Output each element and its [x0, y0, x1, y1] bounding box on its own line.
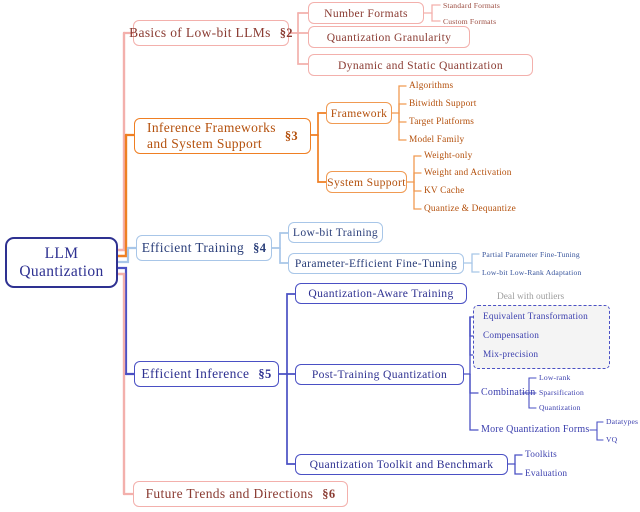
node-dynamic-static-quantization[interactable]: Dynamic and Static Quantization: [308, 54, 533, 76]
branch-efficient-training-section: §4: [253, 240, 267, 255]
branch-basics-section: §2: [279, 25, 293, 40]
node-number-formats[interactable]: Number Formats: [308, 2, 424, 24]
node-quantization-toolkit-and-benchmark-label: Quantization Toolkit and Benchmark: [309, 458, 494, 471]
mindmap-canvas: LLM Quantization Basics of Low-bit LLMs …: [0, 0, 640, 512]
leaf-evaluation[interactable]: Evaluation: [525, 469, 567, 479]
node-framework[interactable]: Framework: [326, 102, 392, 124]
leaf-weight-only[interactable]: Weight-only: [424, 151, 472, 161]
node-parameter-efficient-fine-tuning-label: Parameter-Efficient Fine-Tuning: [294, 257, 458, 270]
root-title-line1: LLM: [44, 244, 79, 262]
leaf-model-family[interactable]: Model Family: [409, 135, 464, 145]
node-dynamic-static-quantization-label: Dynamic and Static Quantization: [337, 58, 504, 72]
node-low-bit-training[interactable]: Low-bit Training: [288, 222, 383, 243]
branch-efficient-training[interactable]: Efficient Training §4: [136, 235, 272, 261]
leaf-custom-formats[interactable]: Custom Formats: [443, 17, 496, 26]
node-quantization-granularity-label: Quantization Granularity: [326, 30, 452, 44]
node-post-training-quantization[interactable]: Post-Training Quantization: [295, 364, 464, 385]
leaf-mix-precision[interactable]: Mix-precision: [483, 350, 538, 360]
leaf-compensation[interactable]: Compensation: [483, 331, 539, 341]
node-quantization-aware-training-label: Quantization-Aware Training: [308, 287, 454, 300]
node-quantization-aware-training[interactable]: Quantization-Aware Training: [295, 283, 467, 304]
leaf-sparsification[interactable]: Sparsification: [539, 388, 584, 397]
branch-efficient-inference-label: Efficient Inference: [141, 366, 250, 381]
node-number-formats-label: Number Formats: [324, 6, 408, 20]
node-post-training-quantization-label: Post-Training Quantization: [311, 368, 448, 381]
leaf-datatypes[interactable]: Datatypes: [606, 417, 638, 426]
leaf-vq[interactable]: VQ: [606, 435, 617, 444]
root-node[interactable]: LLM Quantization: [5, 237, 118, 288]
node-parameter-efficient-fine-tuning[interactable]: Parameter-Efficient Fine-Tuning: [288, 253, 464, 274]
branch-basics[interactable]: Basics of Low-bit LLMs §2: [129, 20, 293, 46]
leaf-bitwidth-support[interactable]: Bitwidth Support: [409, 99, 477, 109]
leaf-quantize-dequantize[interactable]: Quantize & Dequantize: [424, 204, 516, 214]
leaf-low-bit-low-rank-adaptation[interactable]: Low-bit Low-Rank Adaptation: [482, 268, 581, 277]
node-low-bit-training-label: Low-bit Training: [292, 226, 379, 239]
leaf-equivalent-transformation[interactable]: Equivalent Transformation: [483, 312, 588, 322]
leaf-partial-parameter-fine-tuning[interactable]: Partial Parameter Fine-Tuning: [482, 250, 580, 259]
node-more-quantization-forms[interactable]: More Quantization Forms: [481, 424, 589, 435]
branch-efficient-inference[interactable]: Efficient Inference §5: [134, 361, 279, 387]
branch-future-trends-section: §6: [322, 486, 336, 501]
leaf-standard-formats[interactable]: Standard Formats: [443, 1, 500, 10]
leaf-target-platforms[interactable]: Target Platforms: [409, 117, 474, 127]
branch-efficient-inference-section: §5: [258, 366, 272, 381]
leaf-low-rank[interactable]: Low-rank: [539, 373, 571, 382]
root-title-line2: Quantization: [19, 262, 104, 280]
branch-basics-label: Basics of Low-bit LLMs: [129, 25, 271, 40]
branch-inference-frameworks[interactable]: Inference Frameworks and System Support …: [134, 118, 311, 154]
outlier-group-label: Deal with outliers: [497, 292, 565, 302]
node-combination[interactable]: Combination: [481, 387, 535, 398]
branch-future-trends-label: Future Trends and Directions: [145, 486, 314, 501]
node-system-support[interactable]: System Support: [326, 171, 407, 193]
node-framework-label: Framework: [330, 106, 388, 120]
branch-future-trends[interactable]: Future Trends and Directions §6: [133, 481, 348, 507]
leaf-algorithms[interactable]: Algorithms: [409, 81, 453, 91]
leaf-quantization[interactable]: Quantization: [539, 403, 581, 412]
branch-efficient-training-label: Efficient Training: [141, 240, 245, 255]
node-quantization-granularity[interactable]: Quantization Granularity: [308, 26, 470, 48]
leaf-weight-and-activation[interactable]: Weight and Activation: [424, 168, 512, 178]
node-system-support-label: System Support: [327, 175, 406, 189]
branch-inference-frameworks-label-line2: and System Support: [146, 136, 263, 151]
leaf-kv-cache[interactable]: KV Cache: [424, 186, 464, 196]
leaf-toolkits[interactable]: Toolkits: [525, 450, 557, 460]
node-quantization-toolkit-and-benchmark[interactable]: Quantization Toolkit and Benchmark: [295, 454, 508, 475]
branch-inference-frameworks-label-line1: Inference Frameworks: [146, 119, 276, 135]
branch-inference-frameworks-section: §3: [284, 128, 299, 143]
